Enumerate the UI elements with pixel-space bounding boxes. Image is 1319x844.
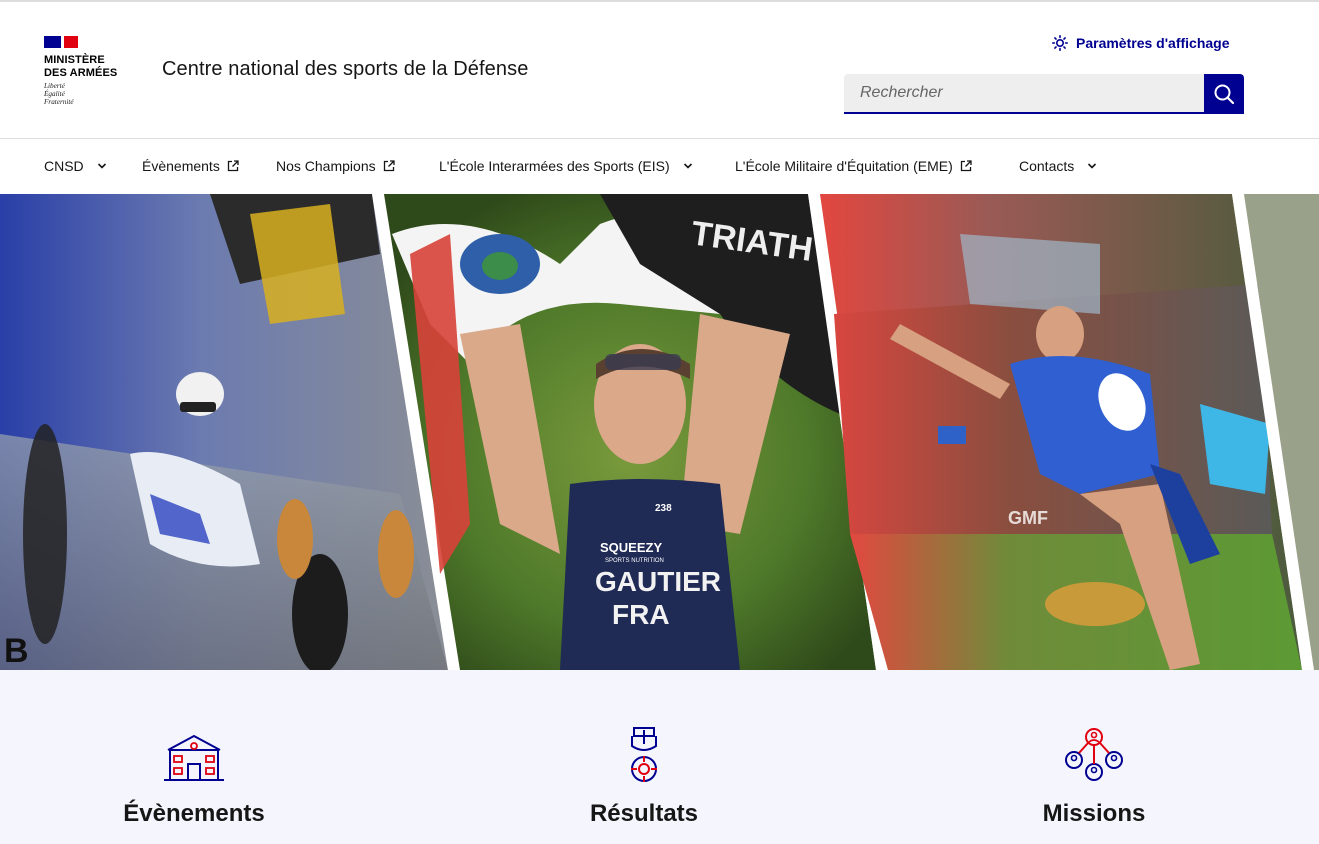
nav-item-label: Contacts: [1019, 158, 1075, 174]
main-navigation: CNSD Évènements Nos Champions L'École In…: [0, 139, 1319, 193]
bib-country: FRA: [612, 599, 670, 630]
nav-item-label: Nos Champions: [276, 158, 376, 174]
school-building-icon: [164, 734, 224, 781]
sunglasses-shape: [605, 354, 681, 370]
ad-board-shape: [938, 426, 966, 444]
nav-item-eme[interactable]: L'École Militaire d'Équitation (EME): [735, 139, 973, 193]
display-settings-label: Paramètres d'affichage: [1076, 35, 1230, 51]
hero-banner: B TRIATH SQUEEZY SPORTS NUTRITION GAUTIE…: [0, 194, 1319, 670]
bike-wheel-shape: [23, 424, 67, 644]
shoe-shape: [378, 510, 414, 598]
bib-name: GAUTIER: [595, 566, 721, 597]
search-button[interactable]: [1204, 74, 1244, 114]
ministry-name: MINISTÈRE DES ARMÉES: [44, 54, 118, 79]
ministry-logo[interactable]: MINISTÈRE DES ARMÉES Liberté Égalité Fra…: [44, 36, 134, 116]
glasses-shape: [180, 402, 216, 412]
stand-roof-shape: [960, 234, 1100, 314]
external-link-icon: [960, 160, 972, 172]
team-network-icon: [1065, 728, 1123, 781]
shoe-shape: [277, 499, 313, 579]
search-icon: [1214, 84, 1235, 105]
display-settings-button[interactable]: Paramètres d'affichage: [1052, 32, 1230, 54]
nav-item-evenements[interactable]: Évènements: [142, 139, 240, 193]
nav-item-cnsd[interactable]: CNSD: [44, 139, 110, 193]
bib-number: 238: [655, 503, 672, 514]
chevron-down-icon: [1088, 163, 1097, 169]
feature-resultats[interactable]: Résultats: [494, 670, 794, 844]
site-title[interactable]: Centre national des sports de la Défense: [162, 58, 528, 81]
emblem-inner-shape: [482, 252, 518, 280]
medal-icon: [631, 727, 657, 782]
external-link-icon: [383, 160, 395, 172]
nav-item-eis[interactable]: L'École Interarmées des Sports (EIS): [439, 139, 696, 193]
sun-icon: [1052, 35, 1068, 51]
feature-missions[interactable]: Missions: [944, 670, 1244, 844]
feature-label: Résultats: [589, 800, 699, 827]
panel-letter: B: [4, 632, 29, 670]
hero-collage: B TRIATH SQUEEZY SPORTS NUTRITION GAUTIE…: [0, 194, 1319, 670]
search-bar: [844, 74, 1244, 114]
nav-item-contacts[interactable]: Contacts: [1019, 139, 1100, 193]
tackler-shape: [1045, 582, 1145, 626]
nav-item-label: CNSD: [44, 158, 84, 174]
bib-brand: SQUEEZY: [600, 540, 662, 555]
feature-label: Missions: [1042, 800, 1146, 827]
marianne-flag-icon: [44, 36, 78, 48]
search-input[interactable]: [844, 74, 1204, 114]
ministry-motto: Liberté Égalité Fraternité: [44, 82, 74, 107]
feature-strip: Évènements Résultats Missions: [0, 670, 1319, 844]
chevron-down-icon: [97, 163, 106, 169]
nav-item-label: L'École Interarmées des Sports (EIS): [439, 158, 670, 174]
nav-item-label: L'École Militaire d'Équitation (EME): [735, 158, 953, 174]
player-head-shape: [1036, 306, 1084, 362]
chevron-down-icon: [683, 163, 692, 169]
site-header: MINISTÈRE DES ARMÉES Liberté Égalité Fra…: [0, 2, 1319, 139]
bib-sub: SPORTS NUTRITION: [605, 558, 664, 564]
ad-board-text: GMF: [1008, 508, 1048, 528]
feature-evenements[interactable]: Évènements: [44, 670, 344, 844]
nav-item-nos-champions[interactable]: Nos Champions: [276, 139, 396, 193]
feature-label: Évènements: [123, 800, 265, 827]
external-link-icon: [227, 160, 239, 172]
nav-item-label: Évènements: [142, 158, 220, 174]
